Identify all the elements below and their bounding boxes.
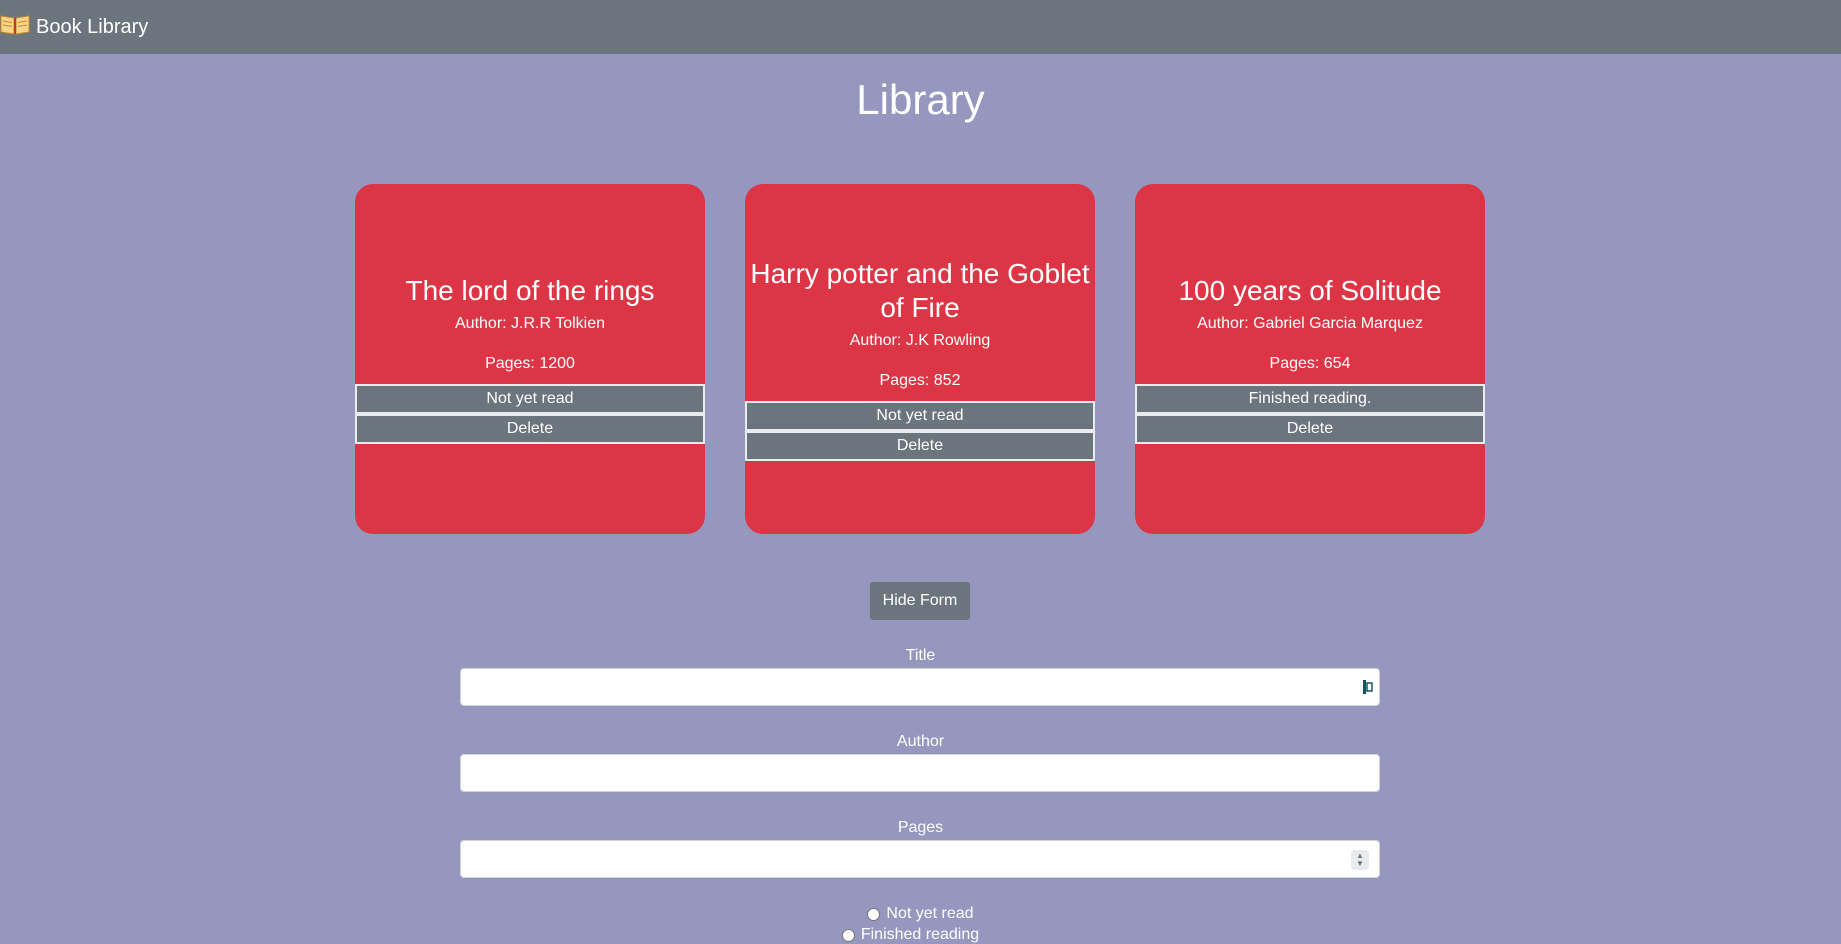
title-label: Title (905, 647, 936, 664)
radio-not-read-row: Not yet read (0, 905, 1841, 923)
page-title: Library (856, 76, 985, 123)
navbar: Book Library (0, 0, 1841, 54)
book-pages: Pages: 852 (879, 372, 961, 389)
book-title: 100 years of Solitude (1178, 275, 1442, 306)
radio-finished-row: Finished reading (0, 926, 1831, 944)
delete-button[interactable]: Delete (355, 414, 705, 444)
read-status-button[interactable]: Not yet read (355, 384, 705, 414)
read-status-button[interactable]: Not yet read (745, 401, 1095, 431)
hide-form-button[interactable]: Hide Form (870, 582, 970, 620)
author-label: Author (896, 733, 945, 750)
book-author: Author: Gabriel Garcia Marquez (1197, 315, 1423, 332)
brand-text: Book Library (36, 15, 149, 38)
author-input[interactable] (460, 754, 1380, 792)
book-title: Harry potter and the Goblet of Fire (750, 258, 1090, 323)
pages-input[interactable]: ▲ ▼ (460, 840, 1380, 878)
book-card: The lord of the rings Author: J.R.R Tolk… (355, 184, 705, 534)
book-author: Author: J.K Rowling (849, 332, 991, 349)
open-book-icon (0, 12, 36, 42)
password-manager-icon[interactable] (1363, 680, 1373, 694)
book-card: 100 years of Solitude Author: Gabriel Ga… (1135, 184, 1485, 534)
book-pages: Pages: 654 (1269, 355, 1351, 372)
delete-button[interactable]: Delete (1135, 414, 1485, 444)
pages-label: Pages (897, 819, 944, 836)
number-spinner-icon[interactable]: ▲ ▼ (1351, 850, 1369, 870)
radio-finished[interactable] (841, 928, 855, 942)
radio-not-read-label: Not yet read (886, 905, 974, 922)
book-pages: Pages: 1200 (485, 355, 575, 372)
delete-button[interactable]: Delete (745, 431, 1095, 461)
navbar-brand[interactable]: Book Library (0, 12, 148, 42)
book-card: Harry potter and the Goblet of Fire Auth… (745, 184, 1095, 534)
book-title: The lord of the rings (405, 275, 655, 306)
title-input[interactable] (460, 668, 1380, 706)
read-status-button[interactable]: Finished reading. (1135, 384, 1485, 414)
radio-finished-label: Finished reading (860, 926, 980, 943)
book-author: Author: J.R.R Tolkien (455, 315, 605, 332)
radio-not-read[interactable] (867, 907, 881, 921)
